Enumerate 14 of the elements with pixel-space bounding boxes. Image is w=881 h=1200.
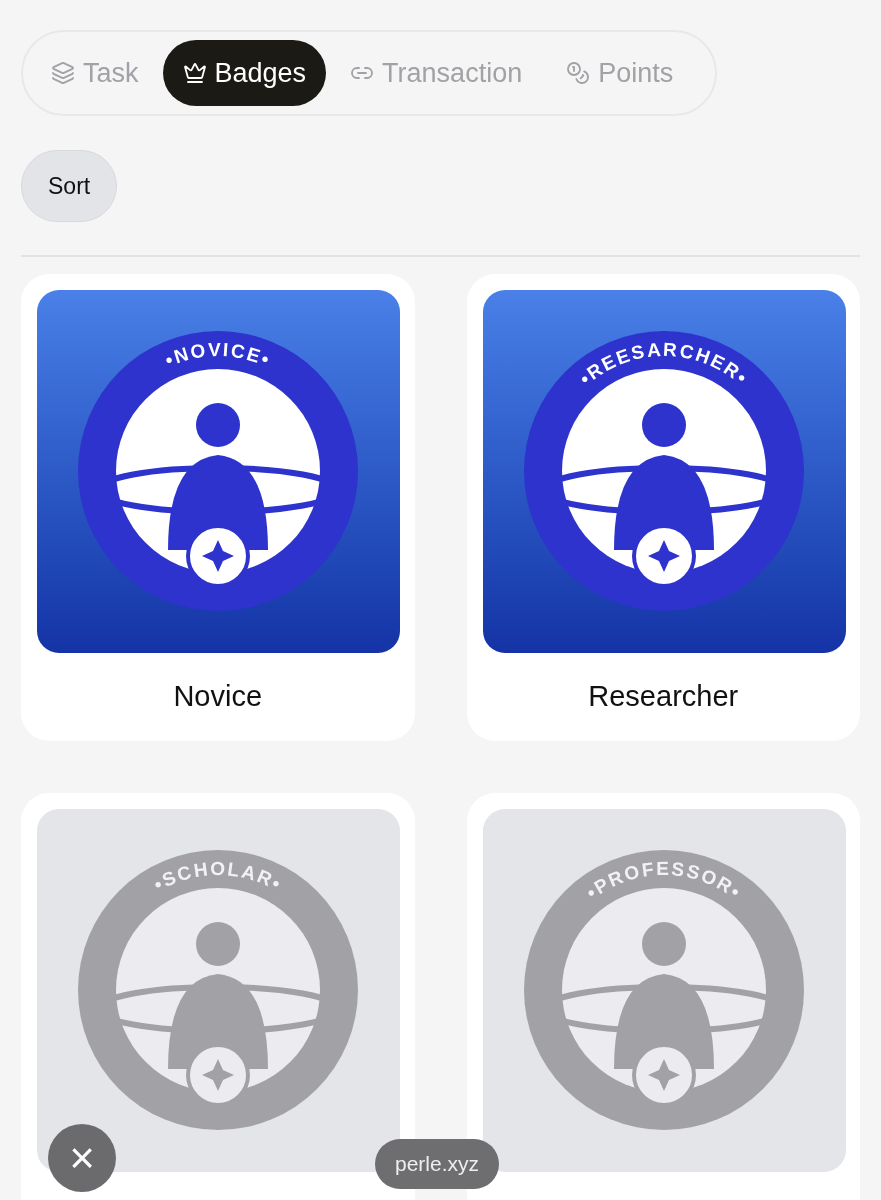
- badge-name: Novice: [173, 679, 263, 715]
- sort-button[interactable]: Sort: [21, 150, 118, 222]
- badge-name: Researcher: [588, 679, 739, 715]
- tab[interactable]: Points: [546, 40, 694, 106]
- layers-icon: [51, 61, 75, 85]
- emblem-ring-text: •SCHOLAR•: [150, 858, 286, 896]
- crown-icon: [182, 61, 207, 85]
- badge-card[interactable]: •NOVICE• Novice: [21, 274, 415, 741]
- site-address-pill[interactable]: perle.xyz: [375, 1139, 500, 1189]
- emblem-ring-text: •NOVICE•: [161, 338, 275, 371]
- tab[interactable]: Transaction: [330, 40, 543, 106]
- tab[interactable]: Task: [31, 40, 159, 106]
- coins-icon: [566, 61, 591, 85]
- tab[interactable]: Badges: [162, 40, 327, 106]
